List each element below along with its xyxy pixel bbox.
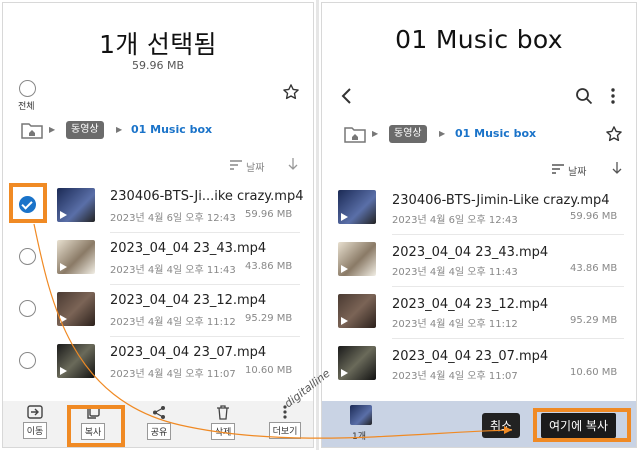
flow-arrow (33, 223, 513, 439)
